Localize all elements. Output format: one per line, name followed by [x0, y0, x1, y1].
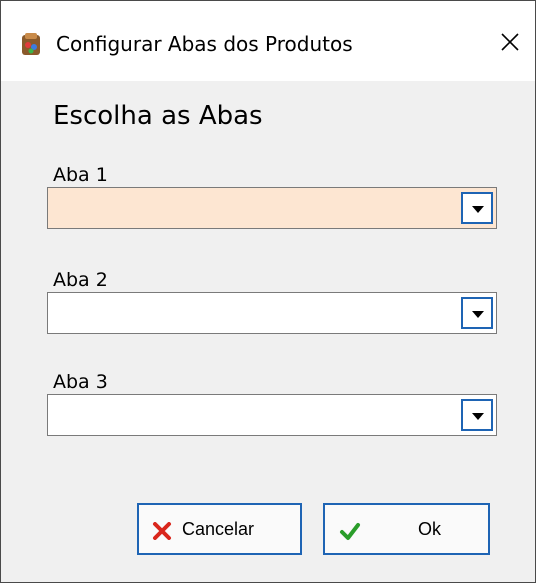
x-mark-icon: [153, 522, 171, 540]
combo-aba-3[interactable]: [47, 394, 497, 436]
dialog-window: Configurar Abas dos Produtos Escolha as …: [0, 0, 536, 583]
title-bar: Configurar Abas dos Produtos: [1, 1, 535, 81]
cancel-button[interactable]: Cancelar: [137, 503, 302, 555]
app-icon: [22, 33, 40, 55]
chevron-down-icon[interactable]: [461, 297, 493, 329]
form-heading: Escolha as Abas: [53, 101, 263, 131]
field-label-aba-3: Aba 3: [53, 371, 108, 393]
ok-button[interactable]: Ok: [323, 503, 490, 555]
window-title: Configurar Abas dos Produtos: [56, 32, 353, 56]
ok-button-label: Ok: [418, 519, 442, 539]
close-icon[interactable]: [495, 27, 525, 57]
field-label-aba-2: Aba 2: [53, 269, 108, 291]
combo-aba-2[interactable]: [47, 292, 497, 334]
chevron-down-icon[interactable]: [461, 192, 493, 224]
checkmark-icon: [340, 523, 360, 540]
cancel-button-label: Cancelar: [182, 519, 255, 539]
combo-aba-1[interactable]: [47, 187, 497, 229]
chevron-down-icon[interactable]: [461, 399, 493, 431]
field-label-aba-1: Aba 1: [53, 164, 108, 186]
